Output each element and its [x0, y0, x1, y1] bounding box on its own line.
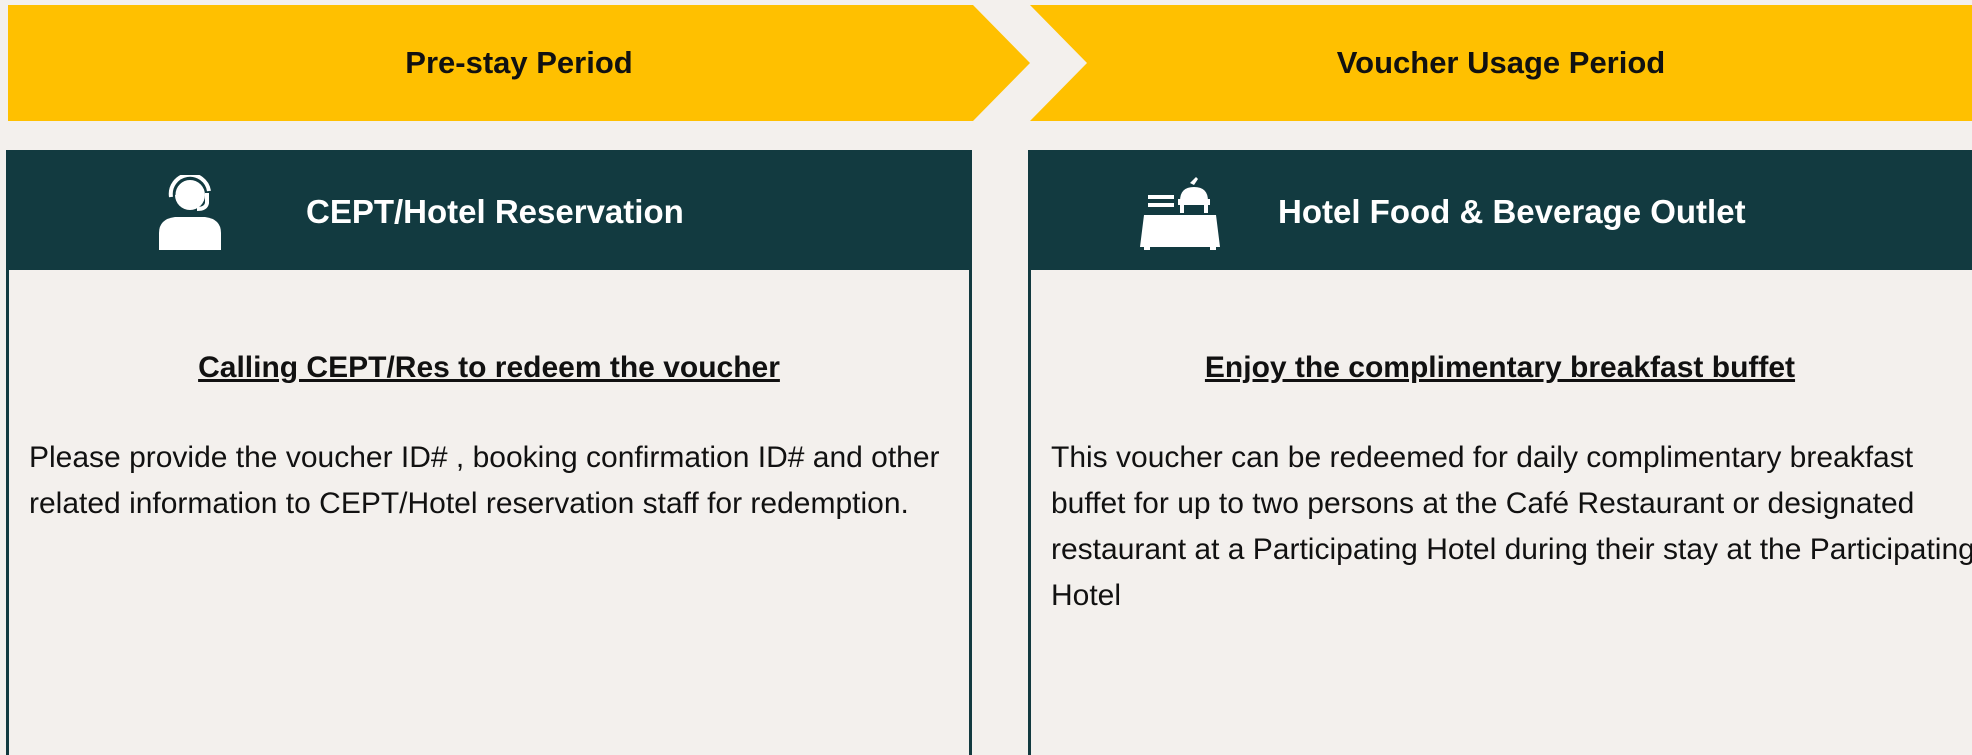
- panel-hotel-food-beverage-outlet: Hotel Food & Beverage Outlet Enjoy the c…: [1028, 150, 1972, 755]
- panel-body-text: Please provide the voucher ID# , booking…: [29, 441, 940, 520]
- panel-subtitle: Enjoy the complimentary breakfast buffet: [1204, 351, 1796, 384]
- voucher-process-diagram: Pre-stay Period Voucher Usage Period CEP…: [0, 0, 1972, 755]
- panel-header: Hotel Food & Beverage Outlet: [1031, 153, 1972, 270]
- phase-arrow-pre-stay: Pre-stay Period: [8, 5, 1030, 121]
- headset-agent-icon: [159, 175, 221, 250]
- phase-label-voucher-usage: Voucher Usage Period: [1336, 45, 1666, 80]
- phase-label-pre-stay: Pre-stay Period: [405, 45, 633, 80]
- panel-body-text: This voucher can be redeemed for daily c…: [1051, 441, 1972, 612]
- panel-header: CEPT/Hotel Reservation: [9, 153, 969, 270]
- panel-title: CEPT/Hotel Reservation: [306, 192, 684, 230]
- panel-title: Hotel Food & Beverage Outlet: [1278, 192, 1746, 230]
- phase-arrow-voucher-usage: Voucher Usage Period: [1030, 5, 1972, 121]
- panel-cept-hotel-reservation: CEPT/Hotel Reservation Calling CEPT/Res …: [6, 150, 972, 755]
- buffet-table-icon: [1140, 177, 1220, 250]
- panel-subtitle: Calling CEPT/Res to redeem the voucher: [198, 351, 780, 384]
